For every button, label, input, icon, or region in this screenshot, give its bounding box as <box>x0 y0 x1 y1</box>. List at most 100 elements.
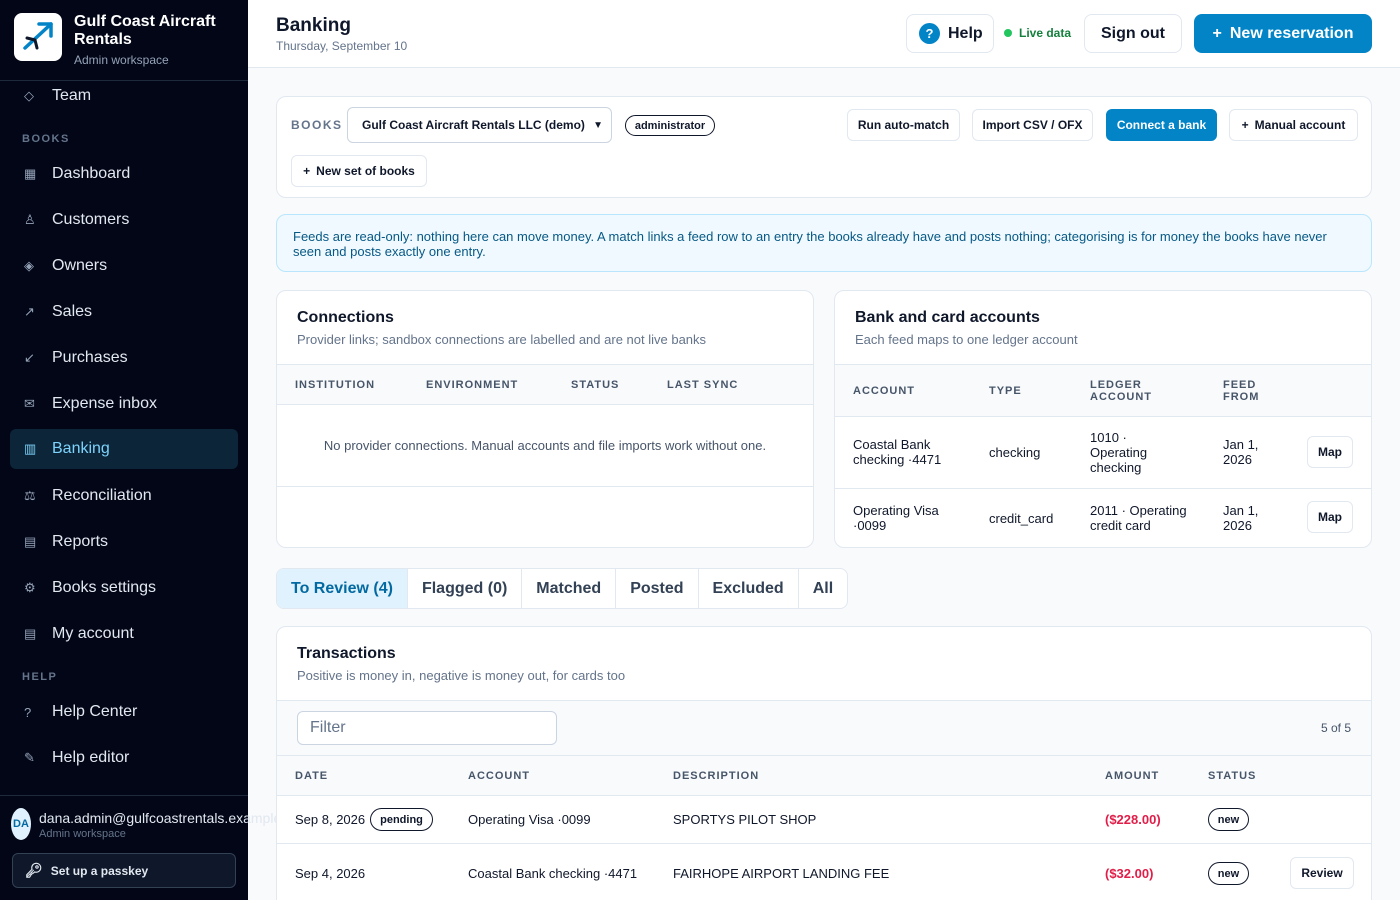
txn-account: Operating Visa ·0099 <box>468 812 591 827</box>
live-data-indicator: Live data <box>1004 26 1071 40</box>
grid-icon: ▦ <box>24 166 37 181</box>
filter-input[interactable] <box>297 711 557 745</box>
run-auto-match-button[interactable]: Run auto-match <box>847 109 960 141</box>
books-select-value: Gulf Coast Aircraft Rentals LLC (demo) <box>362 118 585 132</box>
new-reservation-button[interactable]: + New reservation <box>1194 14 1372 53</box>
sidebar-item-label: Help Center <box>52 703 138 720</box>
sidebar-section-help: HELP <box>22 671 58 683</box>
new-books-button[interactable]: + New set of books <box>291 155 427 187</box>
sidebar-item-label: Owners <box>52 257 108 274</box>
brand-workspace: Admin workspace <box>74 53 169 67</box>
txn-amount: ($228.00) <box>1105 812 1161 827</box>
connections-empty-state: No provider connections. Manual accounts… <box>323 438 767 453</box>
txn-description: SPORTYS PILOT SHOP <box>673 812 817 827</box>
sidebar-item-banking[interactable]: ▥ Banking <box>10 429 238 469</box>
sidebar-item-help-editor[interactable]: ✎ Help editor <box>10 738 238 778</box>
sidebar-item-my-account[interactable]: ▤ My account <box>10 614 238 654</box>
passkey-label: Set up a passkey <box>50 863 149 878</box>
column-header: LAST SYNC <box>667 379 739 391</box>
divider <box>277 404 813 405</box>
sidebar-item-label: Dashboard <box>52 165 131 182</box>
feed-from: Jan 1, 2026 <box>1223 503 1259 533</box>
tab-flagged[interactable]: Flagged (0) <box>408 569 523 608</box>
tab-posted[interactable]: Posted <box>616 569 699 608</box>
key-icon: 🔑︎ <box>25 862 43 878</box>
sidebar-item-help-center[interactable]: ? Help Center <box>10 692 238 732</box>
question-circle-icon: ? <box>919 23 940 44</box>
account-name: Operating Visa ·0099 <box>853 503 939 533</box>
live-dot-icon <box>1004 29 1012 37</box>
import-csv-button[interactable]: Import CSV / OFX <box>972 109 1093 141</box>
bank-icon: ▥ <box>24 441 37 456</box>
sidebar-item-expense-inbox[interactable]: ✉ Expense inbox <box>10 384 238 424</box>
sidebar-item-label: Reports <box>52 533 109 550</box>
transactions-subtitle: Positive is money in, negative is money … <box>297 668 626 683</box>
document-icon: ▤ <box>24 534 37 549</box>
info-banner: Feeds are read-only: nothing here can mo… <box>276 214 1372 272</box>
sidebar-item-label: Help editor <box>52 749 130 766</box>
sidebar-item-books-settings[interactable]: ⚙ Books settings <box>10 568 238 608</box>
manual-account-button[interactable]: + Manual account <box>1229 109 1358 141</box>
txn-amount: ($32.00) <box>1105 866 1154 881</box>
manual-account-label: Manual account <box>1254 118 1346 132</box>
transactions-title: Transactions <box>297 645 396 662</box>
divider <box>277 795 1371 796</box>
live-label: Live data <box>1019 26 1072 40</box>
setup-passkey-button[interactable]: 🔑︎ Set up a passkey <box>12 853 236 888</box>
connections-card: Connections Provider links; sandbox conn… <box>276 290 814 548</box>
sidebar-item-sales[interactable]: ↗ Sales <box>10 292 238 332</box>
tab-excluded[interactable]: Excluded <box>699 569 799 608</box>
sidebar-item-label: My account <box>52 625 134 642</box>
books-label: BOOKS <box>291 118 343 132</box>
sign-out-button[interactable]: Sign out <box>1084 14 1182 53</box>
connections-subtitle: Provider links; sandbox connections are … <box>297 332 707 347</box>
books-bar: BOOKS Gulf Coast Aircraft Rentals LLC (d… <box>276 96 1372 198</box>
user-email: dana.admin@gulfcoastrentals.example <box>39 810 282 826</box>
column-header: LEDGER ACCOUNT <box>1090 379 1152 403</box>
sidebar-item-reports[interactable]: ▤ Reports <box>10 522 238 562</box>
sidebar-item-label: Books settings <box>52 579 157 596</box>
status-badge: new <box>1208 862 1249 885</box>
sidebar-item-label: Purchases <box>52 349 128 366</box>
divider <box>277 486 813 487</box>
map-button[interactable]: Map <box>1307 436 1353 468</box>
arrow-down-left-icon: ↙ <box>24 350 35 365</box>
plus-icon: + <box>1241 118 1249 132</box>
page-title: Banking <box>276 15 351 36</box>
plane-logo-icon <box>14 13 62 61</box>
review-tabs: To Review (4) Flagged (0) Matched Posted… <box>276 568 849 609</box>
review-button[interactable]: Review <box>1290 857 1354 889</box>
ledger-account: 1010 · Operating checking <box>1090 430 1148 475</box>
txn-description: FAIRHOPE AIRPORT LANDING FEE <box>673 866 890 881</box>
gear-icon: ⚙ <box>24 580 36 595</box>
status-badge: new <box>1208 808 1249 831</box>
plus-icon: + <box>1212 24 1222 42</box>
connect-bank-button[interactable]: Connect a bank <box>1106 109 1217 141</box>
column-header: AMOUNT <box>1105 770 1160 782</box>
connections-title: Connections <box>297 309 394 326</box>
sidebar-item-team[interactable]: ◇ Team <box>10 76 238 116</box>
tab-to-review[interactable]: To Review (4) <box>277 569 408 608</box>
envelope-icon: ✉ <box>24 396 35 411</box>
map-button[interactable]: Map <box>1307 501 1353 533</box>
sidebar-item-customers[interactable]: ♙ Customers <box>10 200 238 240</box>
sidebar-item-purchases[interactable]: ↙ Purchases <box>10 338 238 378</box>
ledger-account: 2011 · Operating credit card <box>1090 503 1187 533</box>
scales-icon: ⚖ <box>24 488 36 503</box>
sidebar-item-dashboard[interactable]: ▦ Dashboard <box>10 154 238 194</box>
transactions-card: Transactions Positive is money in, negat… <box>276 626 1372 900</box>
sidebar-item-label: Customers <box>52 211 130 228</box>
tab-all[interactable]: All <box>799 569 847 608</box>
column-header: ENVIRONMENT <box>426 379 519 391</box>
help-button[interactable]: ? Help <box>906 14 994 53</box>
sidebar-item-reconciliation[interactable]: ⚖ Reconciliation <box>10 476 238 516</box>
tab-matched[interactable]: Matched <box>522 569 617 608</box>
column-header: DATE <box>295 770 329 782</box>
column-header: DESCRIPTION <box>673 770 760 782</box>
column-header: STATUS <box>1208 770 1257 782</box>
sidebar-item-owners[interactable]: ◈ Owners <box>10 246 238 286</box>
divider <box>835 416 1371 417</box>
books-select[interactable]: Gulf Coast Aircraft Rentals LLC (demo) ▼ <box>347 107 612 143</box>
new-reservation-label: New reservation <box>1229 24 1354 42</box>
top-bar: Banking Thursday, September 10 ? Help Li… <box>248 0 1400 68</box>
